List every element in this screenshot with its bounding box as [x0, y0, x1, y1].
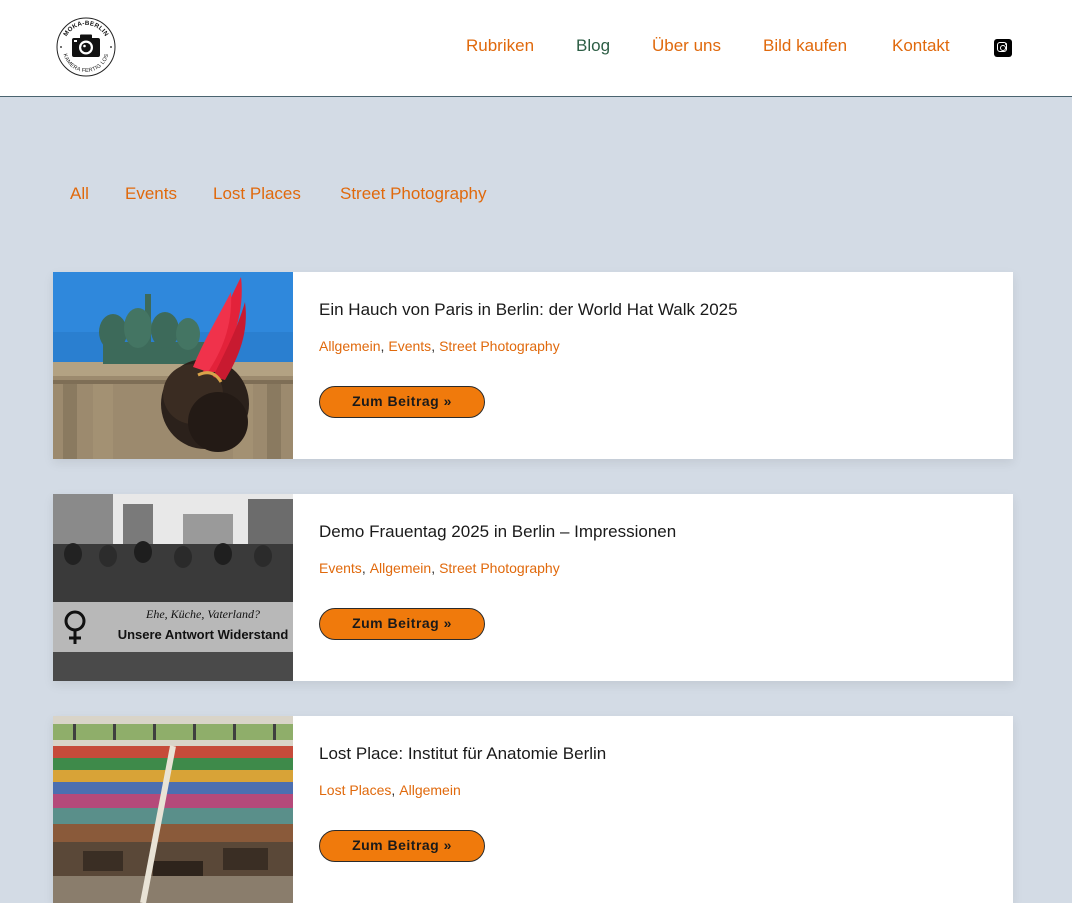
filter-all[interactable]: All: [70, 184, 89, 204]
nav-item-ueber-uns[interactable]: Über uns: [652, 36, 721, 56]
post-categories: Events, Allgemein, Street Photography: [319, 560, 560, 576]
filter-lost-places[interactable]: Lost Places: [213, 184, 301, 204]
filter-street-photography[interactable]: Street Photography: [340, 184, 486, 204]
main-nav: Rubriken Blog Über uns Bild kaufen Konta…: [0, 36, 1072, 60]
category-filter-bar: All Events Lost Places Street Photograph…: [0, 184, 1072, 208]
filter-events[interactable]: Events: [125, 184, 177, 204]
category-link[interactable]: Street Photography: [439, 338, 560, 354]
category-link[interactable]: Allgemein: [399, 782, 460, 798]
brandenburg-gate-hat-image: [53, 272, 293, 459]
site-header: MOKA-BERLIN KAMERA FERTIG LOS Rubriken B…: [0, 0, 1072, 97]
nav-item-blog[interactable]: Blog: [576, 36, 610, 56]
post-categories: Lost Places, Allgemein: [319, 782, 461, 798]
nav-item-kontakt[interactable]: Kontakt: [892, 36, 950, 56]
post-categories: Allgemein, Events, Street Photography: [319, 338, 560, 354]
lost-place-lecture-hall-image: [53, 716, 293, 903]
post-title[interactable]: Ein Hauch von Paris in Berlin: der World…: [319, 300, 738, 320]
category-link[interactable]: Events: [319, 560, 362, 576]
post-thumbnail[interactable]: Ehe, Küche, Vaterland? Unsere Antwort Wi…: [53, 494, 293, 681]
post-card: Ehe, Küche, Vaterland? Unsere Antwort Wi…: [53, 494, 1013, 681]
category-link[interactable]: Lost Places: [319, 782, 391, 798]
read-more-button[interactable]: Zum Beitrag »: [319, 830, 485, 862]
post-thumbnail[interactable]: [53, 272, 293, 459]
womens-day-demo-image: Ehe, Küche, Vaterland? Unsere Antwort Wi…: [53, 494, 293, 681]
category-link[interactable]: Allgemein: [370, 560, 431, 576]
category-link[interactable]: Allgemein: [319, 338, 380, 354]
read-more-button[interactable]: Zum Beitrag »: [319, 608, 485, 640]
category-link[interactable]: Street Photography: [439, 560, 560, 576]
svg-text:Ehe, Küche, Vaterland?: Ehe, Küche, Vaterland?: [145, 607, 260, 621]
read-more-button[interactable]: Zum Beitrag »: [319, 386, 485, 418]
instagram-icon[interactable]: [994, 39, 1012, 57]
post-card: Lost Place: Institut für Anatomie Berlin…: [53, 716, 1013, 903]
post-thumbnail[interactable]: [53, 716, 293, 903]
post-card: Ein Hauch von Paris in Berlin: der World…: [53, 272, 1013, 459]
category-link[interactable]: Events: [388, 338, 431, 354]
nav-item-bild-kaufen[interactable]: Bild kaufen: [763, 36, 847, 56]
post-title[interactable]: Lost Place: Institut für Anatomie Berlin: [319, 744, 606, 764]
svg-text:Unsere Antwort Widerstand: Unsere Antwort Widerstand: [118, 627, 289, 642]
nav-item-rubriken[interactable]: Rubriken: [466, 36, 534, 56]
post-title[interactable]: Demo Frauentag 2025 in Berlin – Impressi…: [319, 522, 676, 542]
